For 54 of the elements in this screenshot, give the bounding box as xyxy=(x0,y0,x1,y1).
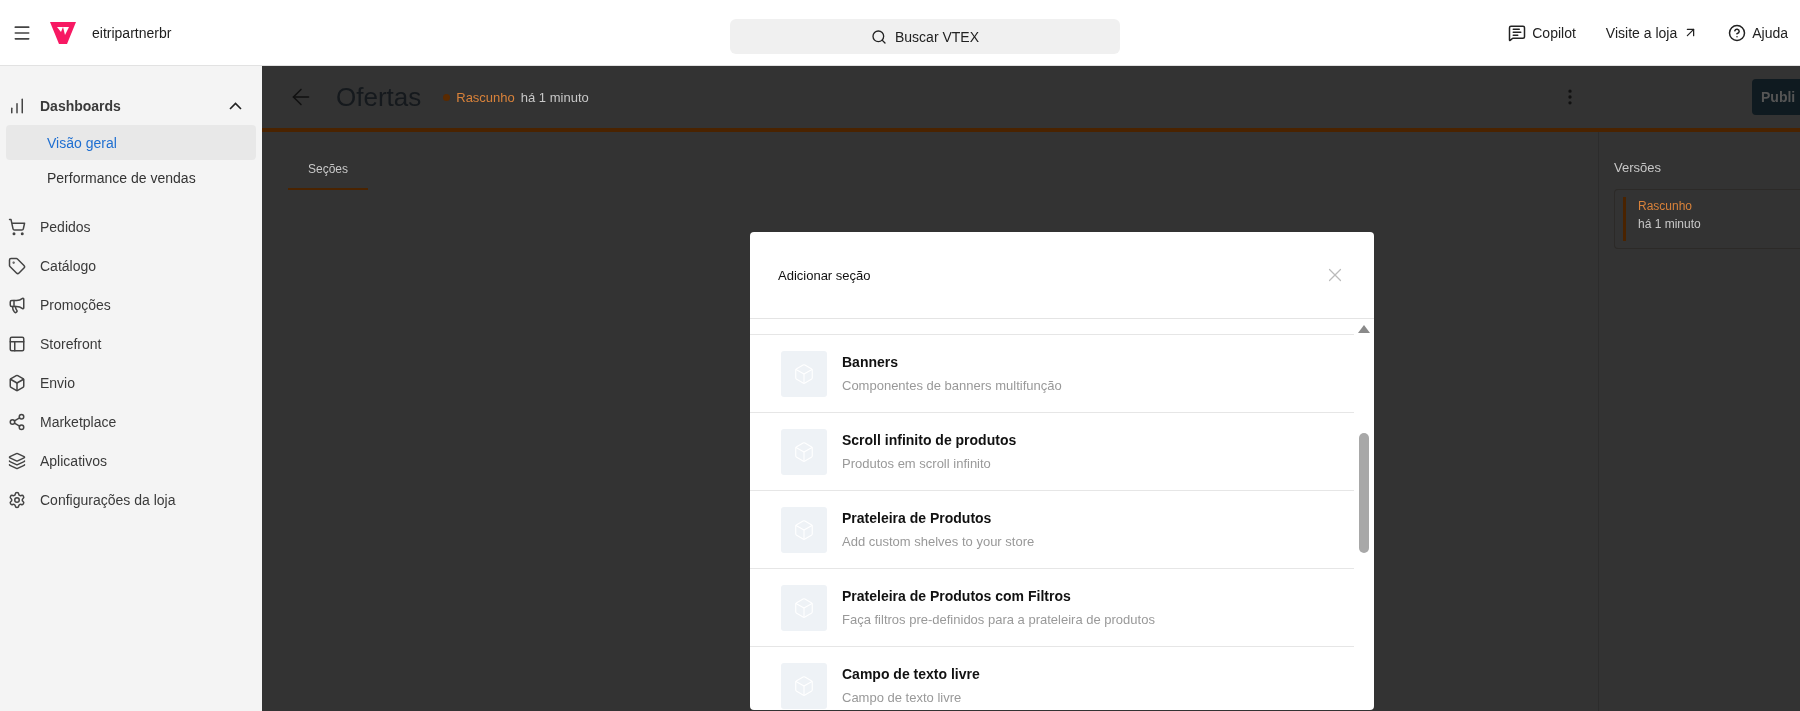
tag-icon xyxy=(8,256,26,275)
version-time: há 1 minuto xyxy=(1638,216,1701,233)
nav-item[interactable]: Pedidos xyxy=(0,207,262,246)
dialog-title: Adicionar seção xyxy=(778,267,871,283)
bar-chart-icon xyxy=(8,96,26,115)
section-title: Banners xyxy=(842,354,900,370)
search-icon xyxy=(871,28,887,45)
search-field[interactable]: Buscar VTEX xyxy=(730,19,1120,54)
header-link[interactable]: Copilot xyxy=(1508,23,1576,42)
section-title: Scroll infinito de produtos xyxy=(842,432,1017,448)
status-time: há 1 minuto xyxy=(520,89,589,105)
nav-item[interactable]: Catálogo xyxy=(0,246,262,285)
section-option[interactable]: Scroll infinito de produtos Produtos em scroll infinito xyxy=(750,412,1354,490)
section-description: Componentes de banners multifunção xyxy=(842,378,1062,393)
cart-icon xyxy=(8,217,26,236)
section-description: Produtos em scroll infinito xyxy=(842,456,992,471)
nav-item[interactable]: Marketplace xyxy=(0,402,262,441)
versions-title: Versões xyxy=(1614,160,1662,175)
header-link[interactable]: Visite a loja xyxy=(1605,24,1699,41)
section-option[interactable]: Prateleira de Produtos com Filtros Faça filtros pre-definidos para a prateleira de produtos xyxy=(750,568,1354,646)
header-link[interactable]: Ajuda xyxy=(1728,23,1788,42)
nav-item[interactable]: Aplicativos xyxy=(0,441,262,480)
chat-icon xyxy=(1508,23,1527,42)
section-option[interactable]: Campo de texto livre Campo de texto livre xyxy=(750,646,1354,710)
layers-icon xyxy=(8,451,26,470)
nav-subitem[interactable]: Visão geral xyxy=(6,125,256,160)
section-title: Campo de texto livre xyxy=(842,666,980,682)
help-icon xyxy=(1728,23,1747,42)
tab[interactable]: Seções xyxy=(288,154,368,190)
section-description: Add custom shelves to your store xyxy=(842,534,1035,549)
nav-item[interactable]: Configurações da loja xyxy=(0,480,262,519)
nav-subitem[interactable]: Performance de vendas xyxy=(6,160,256,195)
nav-item[interactable]: Dashboards xyxy=(0,86,262,125)
section-title: Prateleira de Produtos xyxy=(842,510,993,526)
version-card[interactable]: Rascunho há 1 minuto xyxy=(1614,189,1800,249)
chevron-up-icon xyxy=(229,101,242,110)
share-icon xyxy=(8,412,26,431)
section-description: Campo de texto livre xyxy=(842,690,963,705)
logo-icon[interactable] xyxy=(50,21,76,44)
section-option[interactable]: Banners Componentes de banners multifunção xyxy=(750,334,1354,412)
layout-icon xyxy=(8,334,26,353)
nav-item[interactable]: Storefront xyxy=(0,324,262,363)
status-label: Rascunho xyxy=(456,89,515,105)
section-description: Faça filtros pre-definidos para a prateleira de produtos xyxy=(842,612,1155,627)
section-title: Prateleira de Produtos com Filtros xyxy=(842,588,1072,604)
section-option[interactable]: Prateleira de Produtos Add custom shelves to your store xyxy=(750,490,1354,568)
box-icon xyxy=(8,373,26,392)
megaphone-icon xyxy=(8,295,26,314)
nav-item[interactable]: Promoções xyxy=(0,285,262,324)
version-status: Rascunho xyxy=(1638,198,1694,215)
status-dot xyxy=(443,93,451,101)
nav-item[interactable]: Envio xyxy=(0,363,262,402)
account-name: eitripartnerbr xyxy=(92,24,172,41)
settings-icon xyxy=(8,490,26,509)
